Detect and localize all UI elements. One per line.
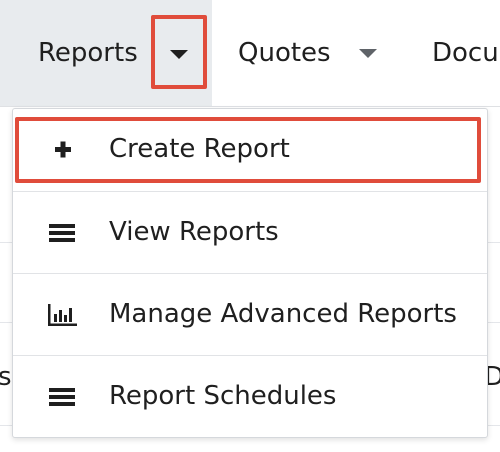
menu-item-view-reports[interactable]: View Reports	[13, 191, 487, 274]
top-navigation-bar: Reports Quotes Docu	[0, 0, 500, 107]
tab-quotes-label: Quotes	[238, 38, 331, 68]
list-icon	[49, 388, 75, 406]
tab-documents[interactable]: Docu	[416, 0, 500, 106]
menu-item-label: Create Report	[109, 134, 290, 164]
menu-item-manage-advanced-reports[interactable]: Manage Advanced Reports	[13, 273, 487, 356]
tab-quotes[interactable]: Quotes	[212, 0, 416, 106]
menu-item-label: View Reports	[109, 217, 279, 247]
reports-dropdown-menu: Create Report View Reports Manage Advanc…	[12, 108, 488, 438]
tab-reports[interactable]: Reports	[0, 0, 212, 106]
background-text: es	[0, 362, 12, 392]
bar-chart-icon	[48, 304, 77, 326]
tab-documents-label: Docu	[432, 38, 499, 68]
plus-icon	[55, 141, 71, 158]
list-icon	[49, 224, 75, 242]
menu-item-label: Report Schedules	[109, 381, 337, 411]
reports-dropdown-toggle-button[interactable]	[151, 15, 207, 89]
menu-item-create-report[interactable]: Create Report	[13, 109, 487, 191]
menu-item-report-schedules[interactable]: Report Schedules	[13, 355, 487, 438]
tab-reports-label: Reports	[38, 38, 138, 68]
caret-down-icon[interactable]	[359, 49, 377, 58]
menu-item-label: Manage Advanced Reports	[109, 299, 457, 329]
caret-down-icon	[170, 50, 188, 59]
